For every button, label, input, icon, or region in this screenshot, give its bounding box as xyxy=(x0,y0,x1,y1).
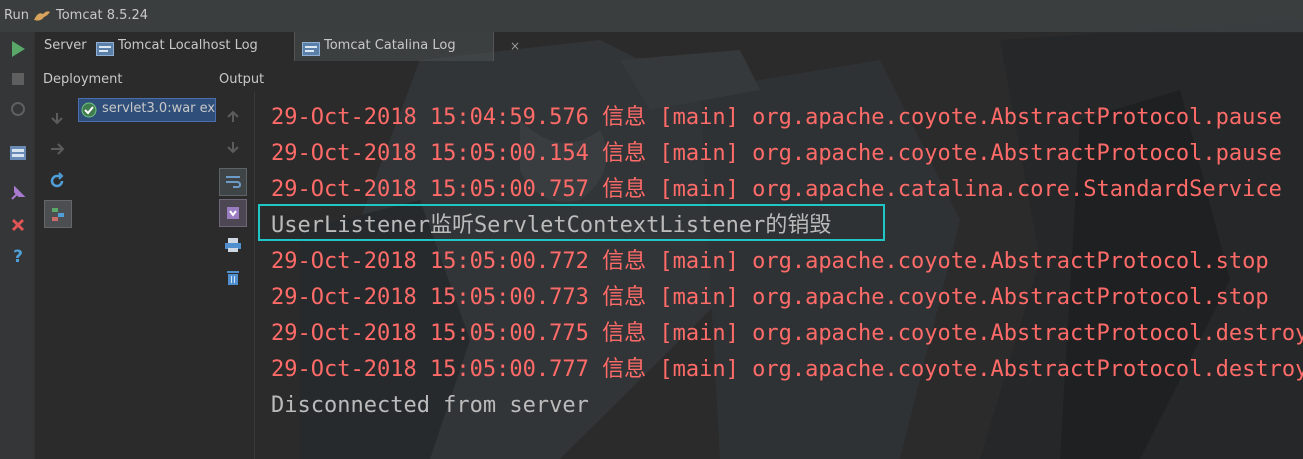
tab-label: Tomcat Localhost Log xyxy=(118,38,258,53)
close-tab-icon[interactable]: × xyxy=(510,32,520,60)
tab-label: Tomcat Catalina Log xyxy=(324,38,456,53)
deployment-item-label: servlet3.0:war exploded xyxy=(102,101,216,116)
refresh-icon[interactable] xyxy=(46,170,68,192)
deployment-toolbar xyxy=(36,98,76,238)
console-line: 29-Oct-2018 15:05:00.154 信息 [main] org.a… xyxy=(271,141,1282,166)
soft-wrap-icon[interactable] xyxy=(219,168,247,196)
run-tabs: Server Tomcat Localhost Log × Tomcat Cat… xyxy=(34,32,1303,60)
scroll-down-icon[interactable] xyxy=(222,136,244,158)
structure-icon[interactable] xyxy=(44,200,72,228)
run-tool-window-title: Run Tomcat 8.5.24 xyxy=(0,0,1303,33)
undeploy-icon[interactable] xyxy=(46,138,68,160)
run-label: Run xyxy=(4,8,29,23)
console-line: 29-Oct-2018 15:05:00.775 信息 [main] org.a… xyxy=(271,321,1303,346)
console-line: 29-Oct-2018 15:05:00.757 信息 [main] org.a… xyxy=(271,177,1282,202)
layout-icon[interactable] xyxy=(7,142,29,164)
tab-server[interactable]: Server xyxy=(44,32,87,60)
log-file-icon xyxy=(302,39,320,67)
log-file-icon xyxy=(96,39,114,67)
run-icon[interactable] xyxy=(7,38,29,60)
deployment-title: Deployment xyxy=(43,72,123,87)
deployment-header: Deployment xyxy=(34,68,212,92)
console-line: 29-Oct-2018 15:05:00.773 信息 [main] org.a… xyxy=(271,285,1269,310)
stop-icon[interactable] xyxy=(7,68,29,90)
clear-icon[interactable] xyxy=(222,266,244,288)
tab-tomcat-localhost-log[interactable]: Tomcat Localhost Log × xyxy=(94,32,326,60)
console-line: Disconnected from server xyxy=(271,393,589,418)
print-icon[interactable] xyxy=(222,234,244,256)
run-configuration-name: Tomcat 8.5.24 xyxy=(56,8,149,23)
output-toolbar xyxy=(214,92,255,459)
output-title: Output xyxy=(219,72,265,87)
tab-label: Server xyxy=(44,38,87,53)
close-icon[interactable] xyxy=(7,214,29,236)
console-line: 29-Oct-2018 15:05:00.772 信息 [main] org.a… xyxy=(271,249,1269,274)
tab-tomcat-catalina-log[interactable]: Tomcat Catalina Log × xyxy=(300,32,532,60)
highlight-annotation-box xyxy=(258,204,885,241)
scroll-up-icon[interactable] xyxy=(222,106,244,128)
deployment-item-servlet[interactable]: servlet3.0:war exploded xyxy=(78,98,216,122)
help-icon[interactable]: ? xyxy=(7,246,29,268)
run-toolbar: ? xyxy=(0,32,35,459)
console-output[interactable]: 29-Oct-2018 15:04:59.576 信息 [main] org.a… xyxy=(258,100,1303,430)
output-header: Output xyxy=(214,68,1303,92)
scroll-to-end-icon[interactable] xyxy=(219,199,247,227)
console-line: 29-Oct-2018 15:04:59.576 信息 [main] org.a… xyxy=(271,105,1282,130)
tomcat-icon xyxy=(33,8,51,28)
pin-icon[interactable] xyxy=(7,182,29,204)
deploy-icon[interactable] xyxy=(46,108,68,130)
console-line: 29-Oct-2018 15:05:00.777 信息 [main] org.a… xyxy=(271,357,1303,382)
deployed-ok-icon xyxy=(81,102,97,121)
restart-icon[interactable] xyxy=(7,98,29,120)
